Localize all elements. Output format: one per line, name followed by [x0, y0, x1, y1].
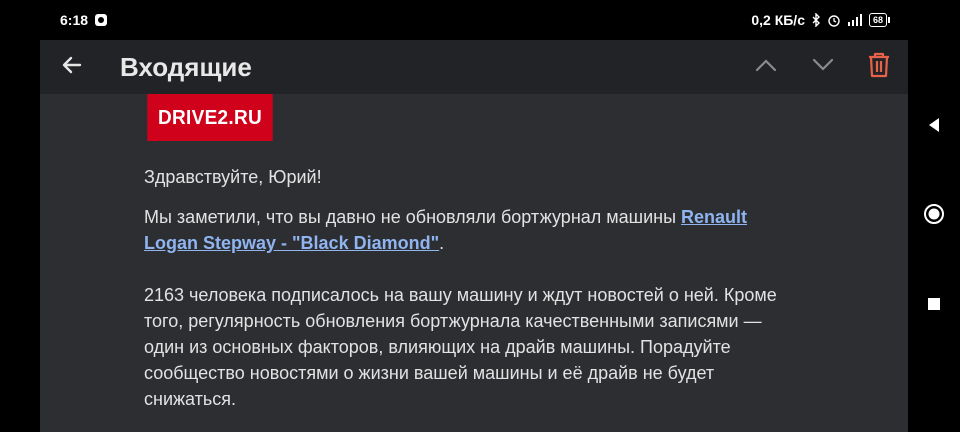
paragraph-subscribers: 2163 человека подписалось на вашу машину…: [144, 285, 777, 409]
email-body: DRIVE2.RU Здравствуйте, Юрий! Мы заметил…: [144, 94, 804, 412]
status-time: 6:18: [60, 12, 89, 28]
paragraph-reminder-end: .: [439, 233, 445, 253]
nav-back-button[interactable]: [908, 107, 960, 147]
alarm-icon: [827, 13, 841, 27]
signal-icon: [847, 14, 863, 26]
arrow-left-icon: [61, 54, 83, 81]
battery-tip: [888, 17, 890, 23]
logo-text: DRIVE2.RU: [158, 106, 262, 129]
system-nav-bar: [908, 0, 960, 432]
battery-level: 68: [868, 13, 887, 27]
paragraph-reminder-text: Мы заметили, что вы давно не обновляли б…: [144, 207, 682, 227]
status-right: 0,2 КБ/с 68: [751, 12, 890, 28]
triangle-back-icon: [927, 117, 941, 138]
network-speed: 0,2 КБ/с: [751, 12, 805, 28]
email-app: Входящие DRIVE2.RU Здравствуйте, Юрий! М…: [40, 40, 908, 432]
greeting-text: Здравствуйте, Юрий!: [144, 167, 322, 187]
status-bar: 6:18 0,2 КБ/с 68: [0, 0, 908, 40]
paragraph-reminder: Мы заметили, что вы давно не обновляли б…: [144, 204, 804, 256]
status-left: 6:18: [60, 12, 108, 28]
chevron-down-icon: [812, 58, 834, 77]
circle-home-icon: [923, 203, 945, 230]
page-title: Входящие: [120, 52, 252, 82]
delete-button[interactable]: [860, 48, 898, 86]
square-recents-icon: [927, 297, 941, 316]
app-header: Входящие: [40, 40, 908, 94]
next-email-button[interactable]: [804, 48, 842, 86]
battery-indicator: 68: [868, 13, 890, 27]
chevron-up-icon: [755, 58, 777, 77]
notification-app-icon: [94, 13, 108, 27]
drive2-logo[interactable]: DRIVE2.RU: [147, 94, 273, 141]
trash-icon: [867, 52, 891, 83]
bluetooth-icon: [811, 13, 821, 27]
previous-email-button[interactable]: [747, 48, 785, 86]
nav-recents-button[interactable]: [908, 286, 960, 326]
nav-home-button[interactable]: [908, 196, 960, 236]
back-button[interactable]: [54, 48, 90, 86]
